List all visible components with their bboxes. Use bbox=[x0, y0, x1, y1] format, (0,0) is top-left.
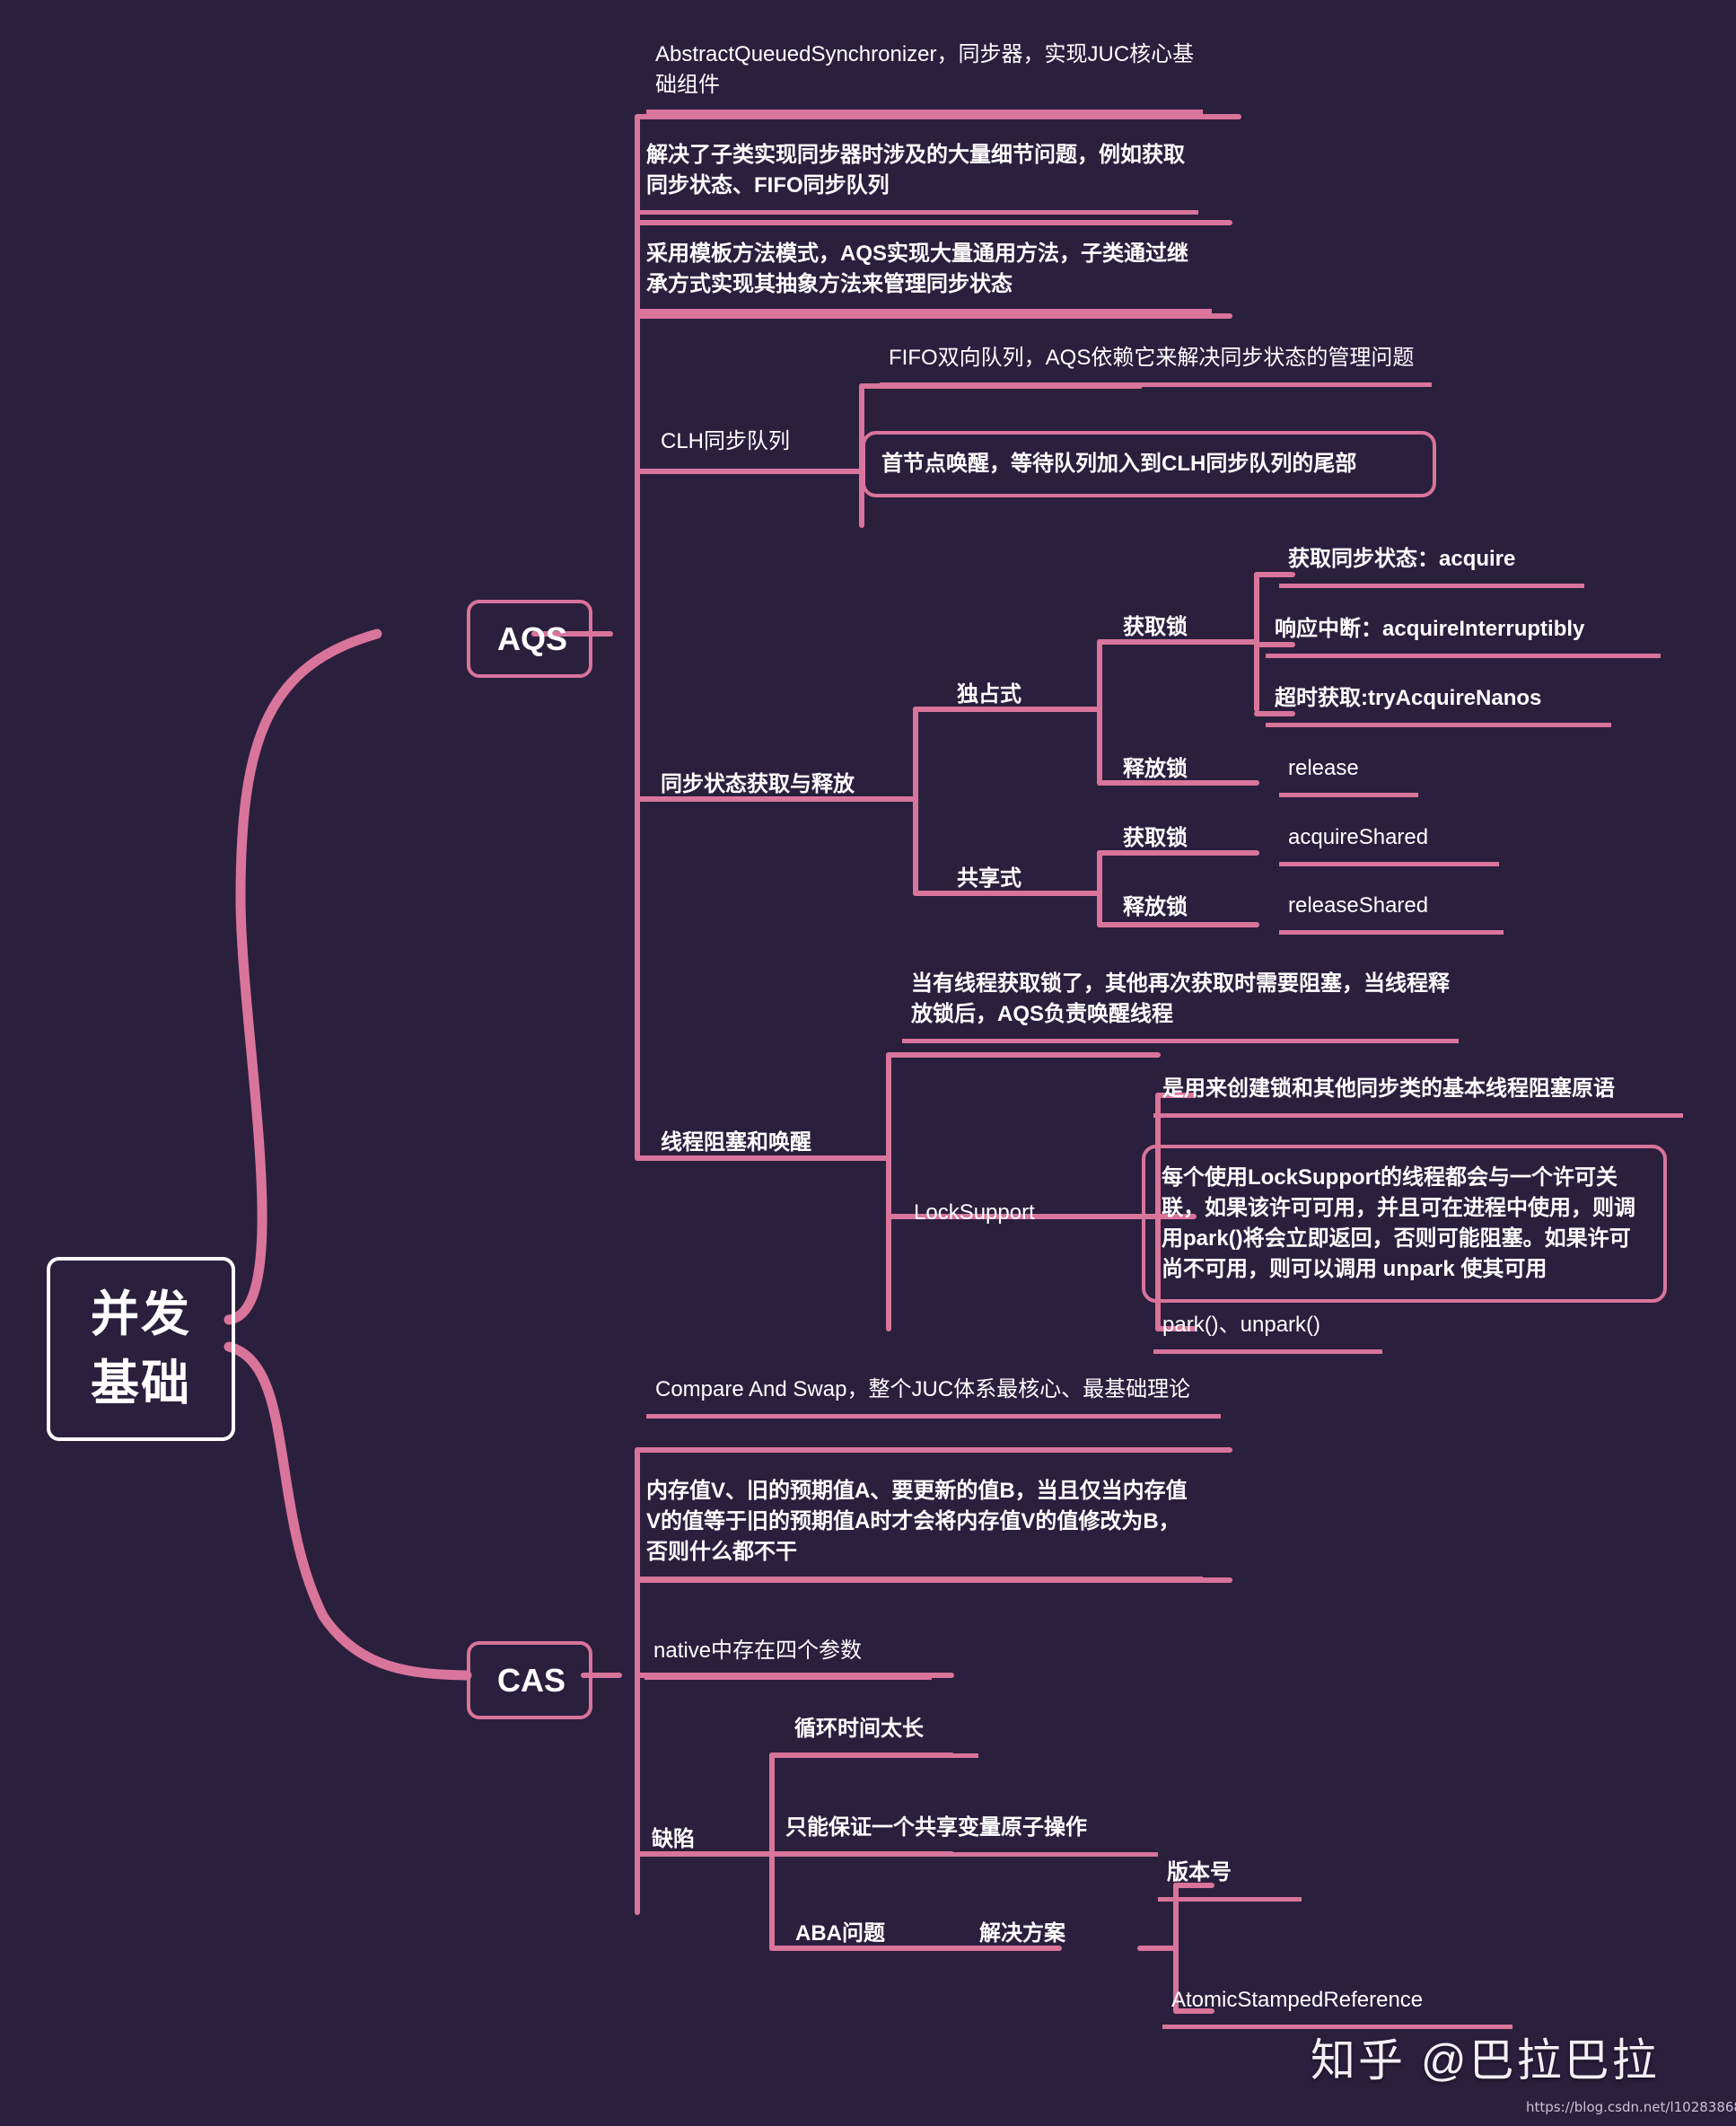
root-node[interactable]: 并发基础 bbox=[47, 1257, 235, 1442]
aba-label[interactable]: ABA问题 bbox=[790, 1917, 934, 1951]
acquire-shared-method: acquireShared bbox=[1279, 819, 1499, 867]
clh-label[interactable]: CLH同步队列 bbox=[655, 425, 826, 459]
clh-note-2: 首节点唤醒，等待队列加入到CLH同步队列的尾部 bbox=[862, 431, 1436, 498]
cas-note-2: 内存值V、旧的预期值A、要更新的值B，当且仅当内存值V的值等于旧的预期值A时才会… bbox=[637, 1472, 1203, 1582]
locksupport-note-3: park()、unpark() bbox=[1153, 1306, 1382, 1355]
thread-block-label[interactable]: 线程阻塞和唤醒 bbox=[655, 1126, 880, 1160]
cas-note-1: Compare And Swap，整个JUC体系最核心、最基础理论 bbox=[646, 1371, 1221, 1419]
release-method: release bbox=[1279, 750, 1418, 798]
acquire-lock-label-exclusive[interactable]: 获取锁 bbox=[1118, 611, 1225, 645]
acquire-method-2: 响应中断：acquireInterruptibly bbox=[1266, 611, 1661, 659]
acquire-lock-label-shared[interactable]: 获取锁 bbox=[1118, 821, 1225, 856]
watermark-handle: 知乎 @巴拉巴拉 bbox=[1311, 2035, 1660, 2086]
cas-note-3: native中存在四个参数 bbox=[644, 1632, 932, 1681]
sync-state-label[interactable]: 同步状态获取与释放 bbox=[655, 768, 907, 802]
defect-label[interactable]: 缺陷 bbox=[646, 1823, 754, 1857]
acquire-method-3: 超时获取:tryAcquireNanos bbox=[1266, 680, 1611, 728]
clh-note-1: FIFO双向队列，AQS依赖它来解决同步状态的管理问题 bbox=[880, 339, 1432, 388]
defect-note-2: 只能保证一个共享变量原子操作 bbox=[776, 1809, 1158, 1858]
source-url: https://blog.csdn.net/l1028386804 bbox=[1526, 2099, 1736, 2115]
aqs-note-2: 解决了子类实现同步器时涉及的大量细节问题，例如获取同步状态、FIFO同步队列 bbox=[637, 136, 1198, 215]
solution-label[interactable]: 解决方案 bbox=[974, 1917, 1127, 1951]
locksupport-label[interactable]: LockSupport bbox=[908, 1196, 1088, 1230]
branch-node-cas[interactable]: CAS bbox=[467, 1641, 592, 1720]
release-shared-method: releaseShared bbox=[1279, 887, 1504, 936]
shared-label[interactable]: 共享式 bbox=[951, 862, 1059, 896]
aqs-note-1: AbstractQueuedSynchronizer，同步器，实现JUC核心基础… bbox=[646, 36, 1203, 115]
locksupport-note-1: 是用来创建锁和其他同步类的基本线程阻塞原语 bbox=[1153, 1070, 1683, 1119]
connector-lines bbox=[224, 114, 1295, 2014]
defect-note-1: 循环时间太长 bbox=[785, 1710, 978, 1759]
aqs-note-3: 采用模板方法模式，AQS实现大量通用方法，子类通过继承方式实现其抽象方法来管理同… bbox=[637, 235, 1212, 314]
branch-node-aqs[interactable]: AQS bbox=[467, 600, 592, 679]
thread-block-note: 当有线程获取锁了，其他再次获取时需要阻塞，当线程释放锁后，AQS负责唤醒线程 bbox=[902, 965, 1459, 1044]
acquire-method-1: 获取同步状态：acquire bbox=[1279, 540, 1584, 589]
mindmap-canvas: 并发基础 AQS AbstractQueuedSynchronizer，同步器，… bbox=[0, 0, 1736, 2126]
solution-item-2: AtomicStampedReference bbox=[1162, 1981, 1512, 2030]
release-lock-label-shared[interactable]: 释放锁 bbox=[1118, 891, 1225, 925]
solution-item-1: 版本号 bbox=[1158, 1854, 1302, 1902]
locksupport-note-2: 每个使用LockSupport的线程都会与一个许可关联，如果该许可可用，并且可在… bbox=[1142, 1145, 1667, 1304]
exclusive-label[interactable]: 独占式 bbox=[951, 678, 1059, 712]
release-lock-label-exclusive[interactable]: 释放锁 bbox=[1118, 752, 1225, 786]
